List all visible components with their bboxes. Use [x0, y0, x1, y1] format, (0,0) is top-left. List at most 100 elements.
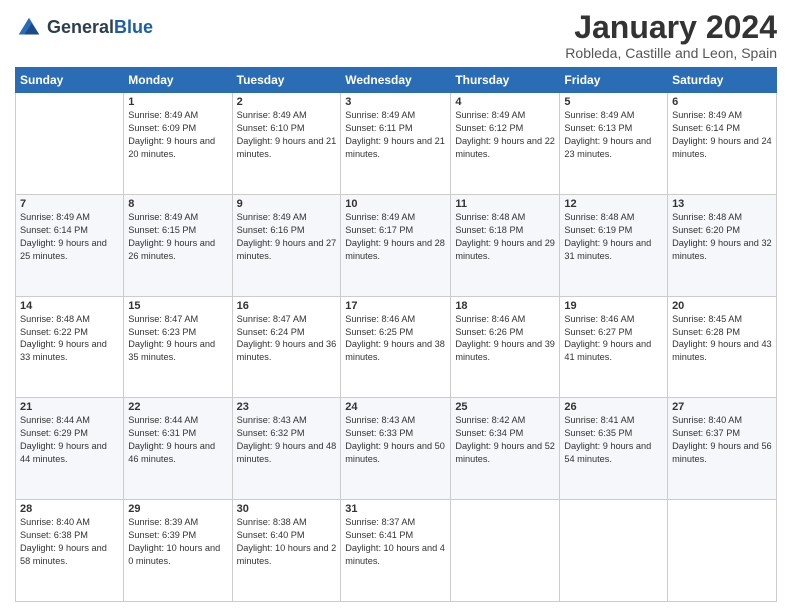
day-number: 14	[20, 300, 119, 312]
cell-details: Sunrise: 8:42 AMSunset: 6:34 PMDaylight:…	[455, 414, 555, 466]
calendar-cell: 21Sunrise: 8:44 AMSunset: 6:29 PMDayligh…	[16, 398, 124, 500]
calendar-cell: 30Sunrise: 8:38 AMSunset: 6:40 PMDayligh…	[232, 500, 341, 602]
weekday-header-thursday: Thursday	[451, 68, 560, 93]
cell-details: Sunrise: 8:39 AMSunset: 6:39 PMDaylight:…	[128, 516, 227, 568]
calendar-cell: 14Sunrise: 8:48 AMSunset: 6:22 PMDayligh…	[16, 296, 124, 398]
cell-details: Sunrise: 8:43 AMSunset: 6:33 PMDaylight:…	[345, 414, 446, 466]
calendar-cell	[668, 500, 777, 602]
day-number: 22	[128, 401, 227, 413]
day-number: 9	[237, 198, 337, 210]
day-number: 4	[455, 96, 555, 108]
day-number: 6	[672, 96, 772, 108]
calendar-week-2: 7Sunrise: 8:49 AMSunset: 6:14 PMDaylight…	[16, 194, 777, 296]
calendar-cell: 22Sunrise: 8:44 AMSunset: 6:31 PMDayligh…	[124, 398, 232, 500]
cell-details: Sunrise: 8:40 AMSunset: 6:37 PMDaylight:…	[672, 414, 772, 466]
day-number: 19	[564, 300, 663, 312]
day-number: 24	[345, 401, 446, 413]
calendar-cell: 9Sunrise: 8:49 AMSunset: 6:16 PMDaylight…	[232, 194, 341, 296]
day-number: 10	[345, 198, 446, 210]
calendar-cell: 2Sunrise: 8:49 AMSunset: 6:10 PMDaylight…	[232, 93, 341, 195]
location-subtitle: Robleda, Castille and Leon, Spain	[565, 45, 777, 61]
weekday-header-tuesday: Tuesday	[232, 68, 341, 93]
day-number: 28	[20, 503, 119, 515]
cell-details: Sunrise: 8:49 AMSunset: 6:17 PMDaylight:…	[345, 211, 446, 263]
calendar-cell: 1Sunrise: 8:49 AMSunset: 6:09 PMDaylight…	[124, 93, 232, 195]
weekday-header-sunday: Sunday	[16, 68, 124, 93]
calendar-cell: 10Sunrise: 8:49 AMSunset: 6:17 PMDayligh…	[341, 194, 451, 296]
header: GeneralBlue January 2024 Robleda, Castil…	[15, 10, 777, 61]
day-number: 8	[128, 198, 227, 210]
calendar-cell: 12Sunrise: 8:48 AMSunset: 6:19 PMDayligh…	[560, 194, 668, 296]
calendar-cell: 15Sunrise: 8:47 AMSunset: 6:23 PMDayligh…	[124, 296, 232, 398]
day-number: 11	[455, 198, 555, 210]
cell-details: Sunrise: 8:44 AMSunset: 6:31 PMDaylight:…	[128, 414, 227, 466]
day-number: 30	[237, 503, 337, 515]
cell-details: Sunrise: 8:43 AMSunset: 6:32 PMDaylight:…	[237, 414, 337, 466]
logo: GeneralBlue	[15, 14, 153, 42]
cell-details: Sunrise: 8:41 AMSunset: 6:35 PMDaylight:…	[564, 414, 663, 466]
day-number: 18	[455, 300, 555, 312]
cell-details: Sunrise: 8:49 AMSunset: 6:16 PMDaylight:…	[237, 211, 337, 263]
calendar-cell: 5Sunrise: 8:49 AMSunset: 6:13 PMDaylight…	[560, 93, 668, 195]
cell-details: Sunrise: 8:49 AMSunset: 6:12 PMDaylight:…	[455, 109, 555, 161]
weekday-header-monday: Monday	[124, 68, 232, 93]
day-number: 23	[237, 401, 337, 413]
calendar-cell: 17Sunrise: 8:46 AMSunset: 6:25 PMDayligh…	[341, 296, 451, 398]
calendar-table: SundayMondayTuesdayWednesdayThursdayFrid…	[15, 67, 777, 602]
day-number: 12	[564, 198, 663, 210]
cell-details: Sunrise: 8:46 AMSunset: 6:25 PMDaylight:…	[345, 313, 446, 365]
logo-line2: Blue	[114, 17, 153, 37]
cell-details: Sunrise: 8:48 AMSunset: 6:19 PMDaylight:…	[564, 211, 663, 263]
cell-details: Sunrise: 8:47 AMSunset: 6:24 PMDaylight:…	[237, 313, 337, 365]
day-number: 5	[564, 96, 663, 108]
month-title: January 2024	[565, 10, 777, 45]
calendar-cell: 24Sunrise: 8:43 AMSunset: 6:33 PMDayligh…	[341, 398, 451, 500]
calendar-cell: 20Sunrise: 8:45 AMSunset: 6:28 PMDayligh…	[668, 296, 777, 398]
calendar-cell: 6Sunrise: 8:49 AMSunset: 6:14 PMDaylight…	[668, 93, 777, 195]
calendar-cell: 25Sunrise: 8:42 AMSunset: 6:34 PMDayligh…	[451, 398, 560, 500]
calendar-cell: 28Sunrise: 8:40 AMSunset: 6:38 PMDayligh…	[16, 500, 124, 602]
calendar-cell: 7Sunrise: 8:49 AMSunset: 6:14 PMDaylight…	[16, 194, 124, 296]
calendar-cell: 19Sunrise: 8:46 AMSunset: 6:27 PMDayligh…	[560, 296, 668, 398]
cell-details: Sunrise: 8:48 AMSunset: 6:20 PMDaylight:…	[672, 211, 772, 263]
cell-details: Sunrise: 8:47 AMSunset: 6:23 PMDaylight:…	[128, 313, 227, 365]
logo-line1: General	[47, 17, 114, 37]
cell-details: Sunrise: 8:40 AMSunset: 6:38 PMDaylight:…	[20, 516, 119, 568]
cell-details: Sunrise: 8:44 AMSunset: 6:29 PMDaylight:…	[20, 414, 119, 466]
calendar-cell: 16Sunrise: 8:47 AMSunset: 6:24 PMDayligh…	[232, 296, 341, 398]
weekday-header-row: SundayMondayTuesdayWednesdayThursdayFrid…	[16, 68, 777, 93]
day-number: 3	[345, 96, 446, 108]
day-number: 31	[345, 503, 446, 515]
cell-details: Sunrise: 8:45 AMSunset: 6:28 PMDaylight:…	[672, 313, 772, 365]
title-block: January 2024 Robleda, Castille and Leon,…	[565, 10, 777, 61]
cell-details: Sunrise: 8:46 AMSunset: 6:26 PMDaylight:…	[455, 313, 555, 365]
day-number: 17	[345, 300, 446, 312]
day-number: 29	[128, 503, 227, 515]
calendar-cell: 26Sunrise: 8:41 AMSunset: 6:35 PMDayligh…	[560, 398, 668, 500]
day-number: 13	[672, 198, 772, 210]
cell-details: Sunrise: 8:49 AMSunset: 6:14 PMDaylight:…	[20, 211, 119, 263]
day-number: 15	[128, 300, 227, 312]
calendar-cell	[451, 500, 560, 602]
calendar-cell: 3Sunrise: 8:49 AMSunset: 6:11 PMDaylight…	[341, 93, 451, 195]
cell-details: Sunrise: 8:49 AMSunset: 6:11 PMDaylight:…	[345, 109, 446, 161]
day-number: 16	[237, 300, 337, 312]
calendar-week-3: 14Sunrise: 8:48 AMSunset: 6:22 PMDayligh…	[16, 296, 777, 398]
calendar-cell: 4Sunrise: 8:49 AMSunset: 6:12 PMDaylight…	[451, 93, 560, 195]
calendar-cell: 8Sunrise: 8:49 AMSunset: 6:15 PMDaylight…	[124, 194, 232, 296]
day-number: 27	[672, 401, 772, 413]
calendar-week-1: 1Sunrise: 8:49 AMSunset: 6:09 PMDaylight…	[16, 93, 777, 195]
day-number: 26	[564, 401, 663, 413]
calendar-cell: 23Sunrise: 8:43 AMSunset: 6:32 PMDayligh…	[232, 398, 341, 500]
cell-details: Sunrise: 8:46 AMSunset: 6:27 PMDaylight:…	[564, 313, 663, 365]
calendar-week-5: 28Sunrise: 8:40 AMSunset: 6:38 PMDayligh…	[16, 500, 777, 602]
calendar-cell	[560, 500, 668, 602]
cell-details: Sunrise: 8:38 AMSunset: 6:40 PMDaylight:…	[237, 516, 337, 568]
page: GeneralBlue January 2024 Robleda, Castil…	[0, 0, 792, 612]
cell-details: Sunrise: 8:49 AMSunset: 6:13 PMDaylight:…	[564, 109, 663, 161]
cell-details: Sunrise: 8:49 AMSunset: 6:10 PMDaylight:…	[237, 109, 337, 161]
cell-details: Sunrise: 8:49 AMSunset: 6:09 PMDaylight:…	[128, 109, 227, 161]
day-number: 2	[237, 96, 337, 108]
calendar-cell: 31Sunrise: 8:37 AMSunset: 6:41 PMDayligh…	[341, 500, 451, 602]
calendar-cell: 11Sunrise: 8:48 AMSunset: 6:18 PMDayligh…	[451, 194, 560, 296]
